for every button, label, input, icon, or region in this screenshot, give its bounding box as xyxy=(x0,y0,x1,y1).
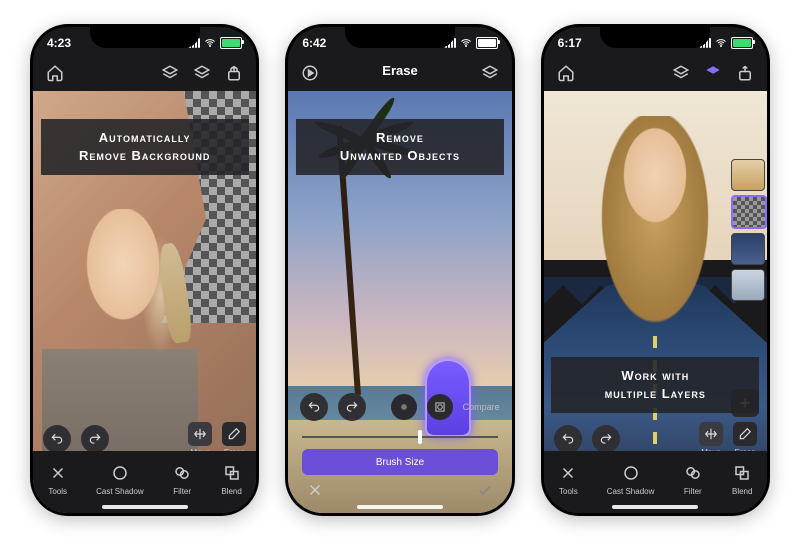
top-toolbar xyxy=(544,59,767,91)
erase-subbar: Compare xyxy=(288,391,511,423)
battery-icon xyxy=(220,37,242,49)
brush-size-slider[interactable] xyxy=(302,429,497,445)
layers2-icon[interactable] xyxy=(192,63,212,83)
tools-icon xyxy=(47,462,69,484)
wifi-icon xyxy=(715,37,727,49)
home-indicator[interactable] xyxy=(102,505,188,509)
bottom-toolbar: Tools Cast Shadow Filter Blend xyxy=(33,451,256,513)
wifi-icon xyxy=(204,37,216,49)
mask-mode-button[interactable] xyxy=(427,394,453,420)
home-icon[interactable] xyxy=(556,63,576,83)
move-icon xyxy=(188,422,212,446)
eraser-icon xyxy=(222,422,246,446)
layer-thumb-1[interactable] xyxy=(731,159,765,191)
canvas[interactable]: Automatically Remove Background Move Era… xyxy=(33,91,256,513)
blend-icon xyxy=(731,462,753,484)
notch xyxy=(345,24,455,48)
layers-panel xyxy=(731,159,763,301)
filter-icon xyxy=(682,462,704,484)
undo-button[interactable] xyxy=(300,393,328,421)
home-indicator[interactable] xyxy=(612,505,698,509)
redo-button[interactable] xyxy=(338,393,366,421)
clock: 6:42 xyxy=(302,36,326,50)
layer-thumb-2[interactable] xyxy=(731,195,767,229)
filter-button[interactable]: Filter xyxy=(171,462,193,496)
canvas[interactable]: Remove Unwanted Objects Compare Brush Si… xyxy=(288,91,511,513)
undo-button[interactable] xyxy=(43,425,71,453)
slider-thumb[interactable] xyxy=(418,430,422,444)
filter-icon xyxy=(171,462,193,484)
eraser-icon xyxy=(733,422,757,446)
brush-mode-button[interactable] xyxy=(391,394,417,420)
battery-icon xyxy=(731,37,753,49)
tools-button[interactable]: Tools xyxy=(47,462,69,496)
move-icon xyxy=(699,422,723,446)
redo-button[interactable] xyxy=(81,425,109,453)
notch xyxy=(90,24,200,48)
phone-1: 4:23 Automatically Remove Background xyxy=(30,24,259,516)
compare-button[interactable]: Compare xyxy=(463,402,500,412)
home-icon[interactable] xyxy=(45,63,65,83)
screen-title: Erase xyxy=(288,63,511,78)
blend-icon xyxy=(221,462,243,484)
clock: 6:17 xyxy=(558,36,582,50)
canvas[interactable]: + Work with multiple Layers Move Erase T… xyxy=(544,91,767,513)
blend-button[interactable]: Blend xyxy=(731,462,753,496)
cast-shadow-button[interactable]: Cast Shadow xyxy=(607,462,655,496)
wifi-icon xyxy=(460,37,472,49)
layer-thumb-4[interactable] xyxy=(731,269,765,301)
tools-button[interactable]: Tools xyxy=(557,462,579,496)
redo-button[interactable] xyxy=(592,425,620,453)
confirm-button[interactable] xyxy=(474,479,496,501)
share-icon[interactable] xyxy=(735,63,755,83)
promo-text: Remove Unwanted Objects xyxy=(296,119,504,175)
cancel-button[interactable] xyxy=(304,479,326,501)
blend-button[interactable]: Blend xyxy=(221,462,243,496)
battery-icon xyxy=(476,37,498,49)
clock: 4:23 xyxy=(47,36,71,50)
undo-button[interactable] xyxy=(554,425,582,453)
screenshots-row: 4:23 Automatically Remove Background xyxy=(0,0,800,540)
tools-icon xyxy=(557,462,579,484)
filter-button[interactable]: Filter xyxy=(682,462,704,496)
layers-icon[interactable] xyxy=(160,63,180,83)
cast-shadow-button[interactable]: Cast Shadow xyxy=(96,462,144,496)
promo-text: Work with multiple Layers xyxy=(551,357,759,413)
shadow-icon xyxy=(109,462,131,484)
share-icon[interactable] xyxy=(224,63,244,83)
home-indicator[interactable] xyxy=(357,505,443,509)
layers-active-icon[interactable] xyxy=(703,63,723,83)
promo-text: Automatically Remove Background xyxy=(41,119,249,175)
brush-size-button[interactable]: Brush Size xyxy=(302,449,497,475)
top-toolbar xyxy=(33,59,256,91)
shadow-icon xyxy=(620,462,642,484)
phone-2: 6:42 Erase Remove Unwanted Objects xyxy=(285,24,514,516)
layers-icon[interactable] xyxy=(671,63,691,83)
phone-3: 6:17 + Work with multiple Layers xyxy=(541,24,770,516)
notch xyxy=(600,24,710,48)
bottom-toolbar: Tools Cast Shadow Filter Blend xyxy=(544,451,767,513)
layer-thumb-3[interactable] xyxy=(731,233,765,265)
